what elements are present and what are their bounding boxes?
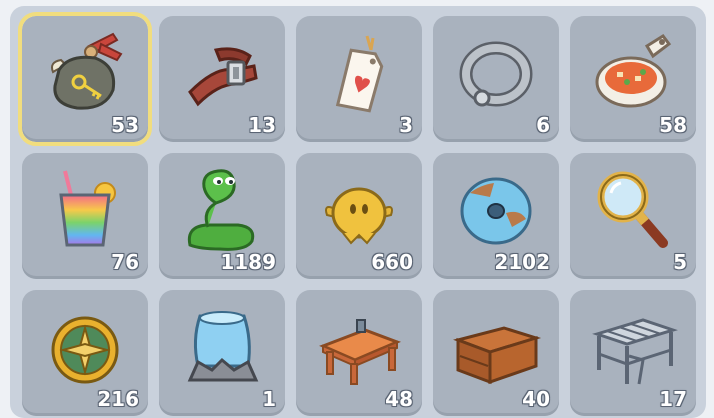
inventory-slot[interactable]: 53	[18, 12, 152, 146]
inventory-slot[interactable]: 6	[433, 16, 559, 142]
inventory-panel: 53 13 3 6 58 76 1189 660 2102 5 216 1 48…	[10, 6, 706, 418]
inventory-slot[interactable]: 1189	[159, 153, 285, 279]
inventory-slot[interactable]: 660	[296, 153, 422, 279]
compass-coin-icon	[51, 316, 119, 384]
inventory-slot[interactable]: 216	[22, 290, 148, 416]
rainbow-juice-icon	[59, 170, 116, 247]
inventory-slot[interactable]: 48	[296, 290, 422, 416]
inventory-slot[interactable]: 17	[570, 290, 696, 416]
inventory-slot[interactable]: 5	[570, 153, 696, 279]
wooden-chest-icon	[453, 326, 542, 385]
item-count: 1189	[220, 250, 276, 274]
blue-disc-icon	[460, 177, 532, 245]
soup-bowl-icon	[595, 33, 672, 108]
item-count: 6	[536, 113, 550, 137]
ice-crystal-rock-icon	[187, 311, 259, 382]
metal-rack-icon	[592, 318, 678, 385]
pouch-with-key-icon	[51, 32, 123, 110]
wooden-table-icon	[319, 319, 402, 385]
magnifying-glass-icon	[597, 171, 668, 248]
inventory-slot[interactable]: 40	[433, 290, 559, 416]
leather-belt-icon	[188, 47, 258, 107]
item-count: 48	[385, 387, 413, 411]
inventory-slot[interactable]: 13	[159, 16, 285, 142]
item-count: 2102	[494, 250, 550, 274]
metal-ring-icon	[459, 41, 533, 107]
item-count: 13	[248, 113, 276, 137]
inventory-slot[interactable]: 3	[296, 16, 422, 142]
item-count: 53	[111, 113, 139, 137]
inventory-slot[interactable]: 1	[159, 290, 285, 416]
inventory-slot[interactable]: 2102	[433, 153, 559, 279]
item-count: 58	[659, 113, 687, 137]
item-count: 17	[659, 387, 687, 411]
heart-card-tag-icon	[335, 35, 384, 113]
item-count: 76	[111, 250, 139, 274]
golden-blob-icon	[325, 187, 393, 245]
item-count: 1	[262, 387, 276, 411]
inventory-grid: 53 13 3 6 58 76 1189 660 2102 5 216 1 48…	[18, 12, 702, 416]
green-snake-icon	[187, 169, 255, 251]
item-count: 40	[522, 387, 550, 411]
item-count: 5	[673, 250, 687, 274]
inventory-slot[interactable]: 58	[570, 16, 696, 142]
item-count: 660	[371, 250, 413, 274]
item-count: 216	[97, 387, 139, 411]
item-count: 3	[399, 113, 413, 137]
inventory-slot[interactable]: 76	[22, 153, 148, 279]
